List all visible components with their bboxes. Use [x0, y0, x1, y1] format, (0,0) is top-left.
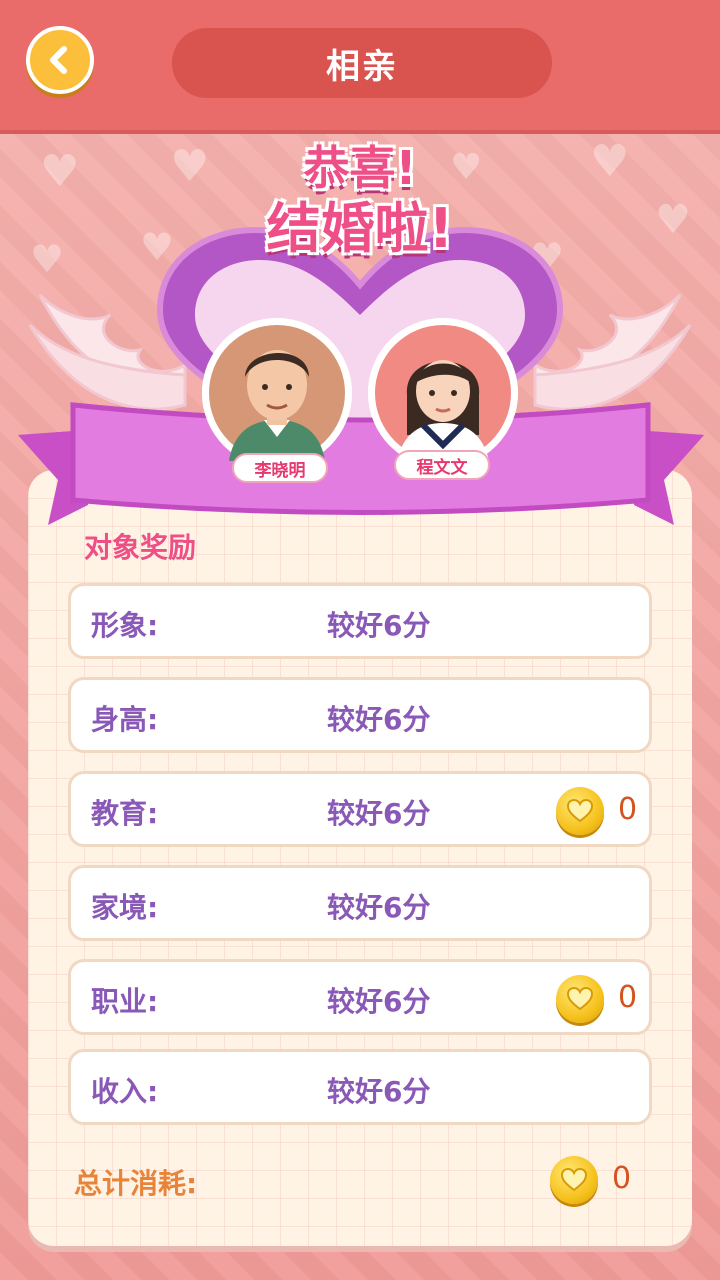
coin-icon [556, 975, 604, 1023]
row-value: 较好6分 [327, 797, 431, 830]
reward-row-height: 身高: 较好6分 [68, 677, 652, 753]
row-value: 较好6分 [327, 609, 431, 642]
coin-icon [550, 1156, 598, 1204]
row-label: 职业: [91, 985, 159, 1018]
row-label: 身高: [91, 703, 159, 736]
ribbon-banner-front [18, 402, 704, 525]
bride-avatar-front [368, 318, 518, 468]
row-value: 较好6分 [327, 891, 431, 924]
row-value: 较好6分 [327, 985, 431, 1018]
heart-decoration-icon: ♥ [40, 146, 80, 197]
heart-decoration-icon: ♥ [590, 136, 630, 187]
bride-name-label: 程文文 [394, 450, 490, 480]
total-cost-label: 总计消耗: [74, 1167, 198, 1200]
heart-decoration-icon: ♥ [655, 197, 691, 243]
reward-row-family: 家境: 较好6分 [68, 865, 652, 941]
groom-portrait-icon [209, 325, 345, 461]
row-label: 家境: [91, 891, 159, 924]
rewards-section-title: 对象奖励 [84, 531, 197, 564]
row-value: 较好6分 [327, 1075, 431, 1108]
top-bar: 相亲 [0, 0, 720, 130]
groom-avatar-front [202, 318, 352, 468]
coin-icon [556, 787, 604, 835]
back-button[interactable] [26, 26, 94, 94]
bride-portrait-icon [375, 325, 511, 461]
reward-row-income: 收入: 较好6分 [68, 1049, 652, 1125]
row-label: 教育: [91, 797, 159, 830]
row-label: 收入: [91, 1075, 159, 1108]
reward-row-appearance: 形象: 较好6分 [68, 583, 652, 659]
row-value: 较好6分 [327, 703, 431, 736]
page-title: 相亲 [172, 28, 552, 98]
groom-name-label: 李晓明 [232, 453, 328, 483]
total-coin-count: 0 [612, 1161, 632, 1196]
row-label: 形象: [91, 609, 159, 642]
heart-decoration-icon: ♥ [170, 141, 210, 192]
career-coin-count: 0 [618, 980, 638, 1015]
congrats-line-1: 恭喜! [303, 141, 417, 195]
congrats-line-2: 结婚啦! [266, 197, 454, 260]
chevron-left-icon [50, 46, 67, 74]
congratulations-title: 恭喜! 结婚啦! [210, 140, 510, 262]
education-coin-count: 0 [618, 792, 638, 827]
